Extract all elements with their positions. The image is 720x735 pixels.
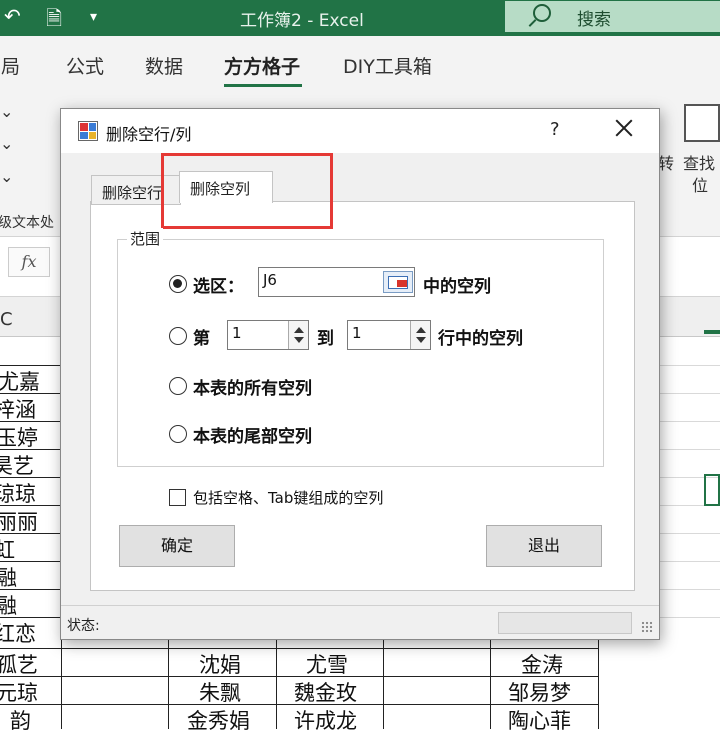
ribbon-tool-icon[interactable] xyxy=(684,104,720,142)
table-border xyxy=(490,640,491,729)
status-separator xyxy=(61,605,659,606)
table-cell[interactable]: 元琼 xyxy=(0,677,38,707)
spin-down-icon[interactable] xyxy=(416,337,426,343)
ribbon-group-label: 级文本处 xyxy=(0,215,54,231)
include-whitespace-label[interactable]: 包括空格、Tab键组成的空列 xyxy=(193,487,383,508)
spin-down-icon[interactable] xyxy=(294,337,304,343)
tab-diy-toolbox[interactable]: DIY工具箱 xyxy=(343,52,432,79)
tail-cols-label[interactable]: 本表的尾部空列 xyxy=(193,422,312,447)
all-cols-label[interactable]: 本表的所有空列 xyxy=(193,374,312,399)
tab-formulas[interactable]: 公式 xyxy=(66,52,104,79)
ok-button[interactable]: 确定 xyxy=(119,525,235,567)
save-icon[interactable]: 🗎 xyxy=(46,4,62,38)
table-cell[interactable]: 金涛 xyxy=(521,649,563,679)
table-cell[interactable]: 尤嘉 xyxy=(0,366,40,396)
ribbon-dropdown-icon[interactable]: ⌄ xyxy=(0,167,13,186)
highlight-box xyxy=(161,153,333,229)
row-from-spinner[interactable] xyxy=(288,321,308,349)
search-icon xyxy=(533,4,551,22)
table-cell[interactable]: 韵 xyxy=(10,705,31,735)
table-cell[interactable]: 邹易梦 xyxy=(508,677,571,707)
status-progress-bar xyxy=(498,612,632,634)
table-cell[interactable]: 魏金玫 xyxy=(294,677,357,707)
ribbon-dropdown-icon[interactable]: ⌄ xyxy=(0,134,13,153)
help-icon[interactable]: ? xyxy=(550,119,560,140)
selected-cell[interactable] xyxy=(704,474,720,506)
selected-column-indicator xyxy=(704,330,720,334)
table-cell[interactable]: 琼琼 xyxy=(0,478,36,508)
insert-function-icon[interactable]: fx xyxy=(8,247,50,277)
table-cell[interactable]: 丽丽 xyxy=(0,506,38,536)
selection-icon xyxy=(397,280,407,287)
tab-layout[interactable]: 布局 xyxy=(0,52,20,79)
exit-button[interactable]: 退出 xyxy=(486,525,602,567)
table-cell[interactable]: 融 xyxy=(0,562,17,592)
tab-fangfang[interactable]: 方方格子 xyxy=(224,52,300,79)
radio-row-range[interactable] xyxy=(169,327,187,345)
spin-up-icon[interactable] xyxy=(416,327,426,333)
search-box[interactable]: 搜索 xyxy=(505,1,720,32)
table-cell[interactable]: 朱飘 xyxy=(199,677,241,707)
include-whitespace-checkbox[interactable] xyxy=(169,489,186,506)
row-prefix-label: 第 xyxy=(193,329,210,349)
row-to-label: 到 xyxy=(317,329,334,349)
table-border xyxy=(598,640,599,729)
active-tab-underline xyxy=(224,84,302,87)
column-header-c[interactable]: C xyxy=(0,309,13,330)
dialog-title: 删除空行/列 xyxy=(106,125,192,144)
table-cell[interactable]: 昊艺 xyxy=(0,450,34,480)
delete-empty-dialog: 删除空行/列 ? 删除空行 删除空列 范围 选区： J6 中的空列 第 1 到 … xyxy=(60,108,660,640)
ribbon-find-label[interactable]: 查找 xyxy=(683,150,715,174)
customize-quick-access-icon[interactable]: ▾ xyxy=(90,9,97,25)
ribbon-dropdown-icon[interactable]: ⌄ xyxy=(0,102,13,121)
selection-label: 选区： xyxy=(193,277,244,297)
table-cell[interactable]: 虹 xyxy=(0,534,15,564)
table-cell[interactable]: 孤艺 xyxy=(0,649,38,679)
row-to-spinner[interactable] xyxy=(410,321,430,349)
dialog-title-bar[interactable]: 删除空行/列 ? xyxy=(61,109,659,153)
range-picker-button[interactable] xyxy=(383,271,413,293)
table-cell[interactable]: 许成龙 xyxy=(294,705,357,735)
ribbon-position-label[interactable]: 位 xyxy=(692,172,708,196)
radio-selection[interactable] xyxy=(169,275,187,293)
row-suffix-label: 行中的空列 xyxy=(438,329,523,349)
selection-suffix: 中的空列 xyxy=(423,277,491,297)
close-icon[interactable] xyxy=(611,115,637,141)
search-label: 搜索 xyxy=(577,10,611,30)
radio-all-cols[interactable] xyxy=(169,377,187,395)
table-cell[interactable]: 沈娟 xyxy=(199,649,241,679)
table-cell[interactable]: 玉婷 xyxy=(0,422,38,452)
table-border xyxy=(383,640,384,729)
table-border xyxy=(168,640,169,729)
tab-data[interactable]: 数据 xyxy=(145,52,183,79)
excel-title-bar: ↶ 🗎 ▾ 工作簿2 - Excel 搜索 xyxy=(0,0,720,36)
undo-icon[interactable]: ↶ xyxy=(4,4,21,28)
window-title: 工作簿2 - Excel xyxy=(240,11,364,31)
radio-tail-cols[interactable] xyxy=(169,425,187,443)
app-icon xyxy=(78,121,98,141)
table-border xyxy=(0,648,598,649)
spin-up-icon[interactable] xyxy=(294,327,304,333)
table-cell[interactable]: 金秀娟 xyxy=(187,705,250,735)
range-group-label: 范围 xyxy=(127,228,164,249)
table-cell[interactable]: 融 xyxy=(0,590,17,620)
table-cell[interactable]: 梓涵 xyxy=(0,394,36,424)
ribbon-rotate-label[interactable]: 转 xyxy=(658,150,674,174)
resize-grip-icon[interactable] xyxy=(641,621,653,633)
table-border xyxy=(276,640,277,729)
table-cell[interactable]: 尤雪 xyxy=(306,649,348,679)
status-label: 状态: xyxy=(67,618,100,634)
table-cell[interactable]: 红恋 xyxy=(0,618,36,648)
ribbon-tabs: 布局 公式 数据 方方格子 DIY工具箱 xyxy=(0,36,720,92)
table-cell[interactable]: 陶心菲 xyxy=(508,705,571,735)
